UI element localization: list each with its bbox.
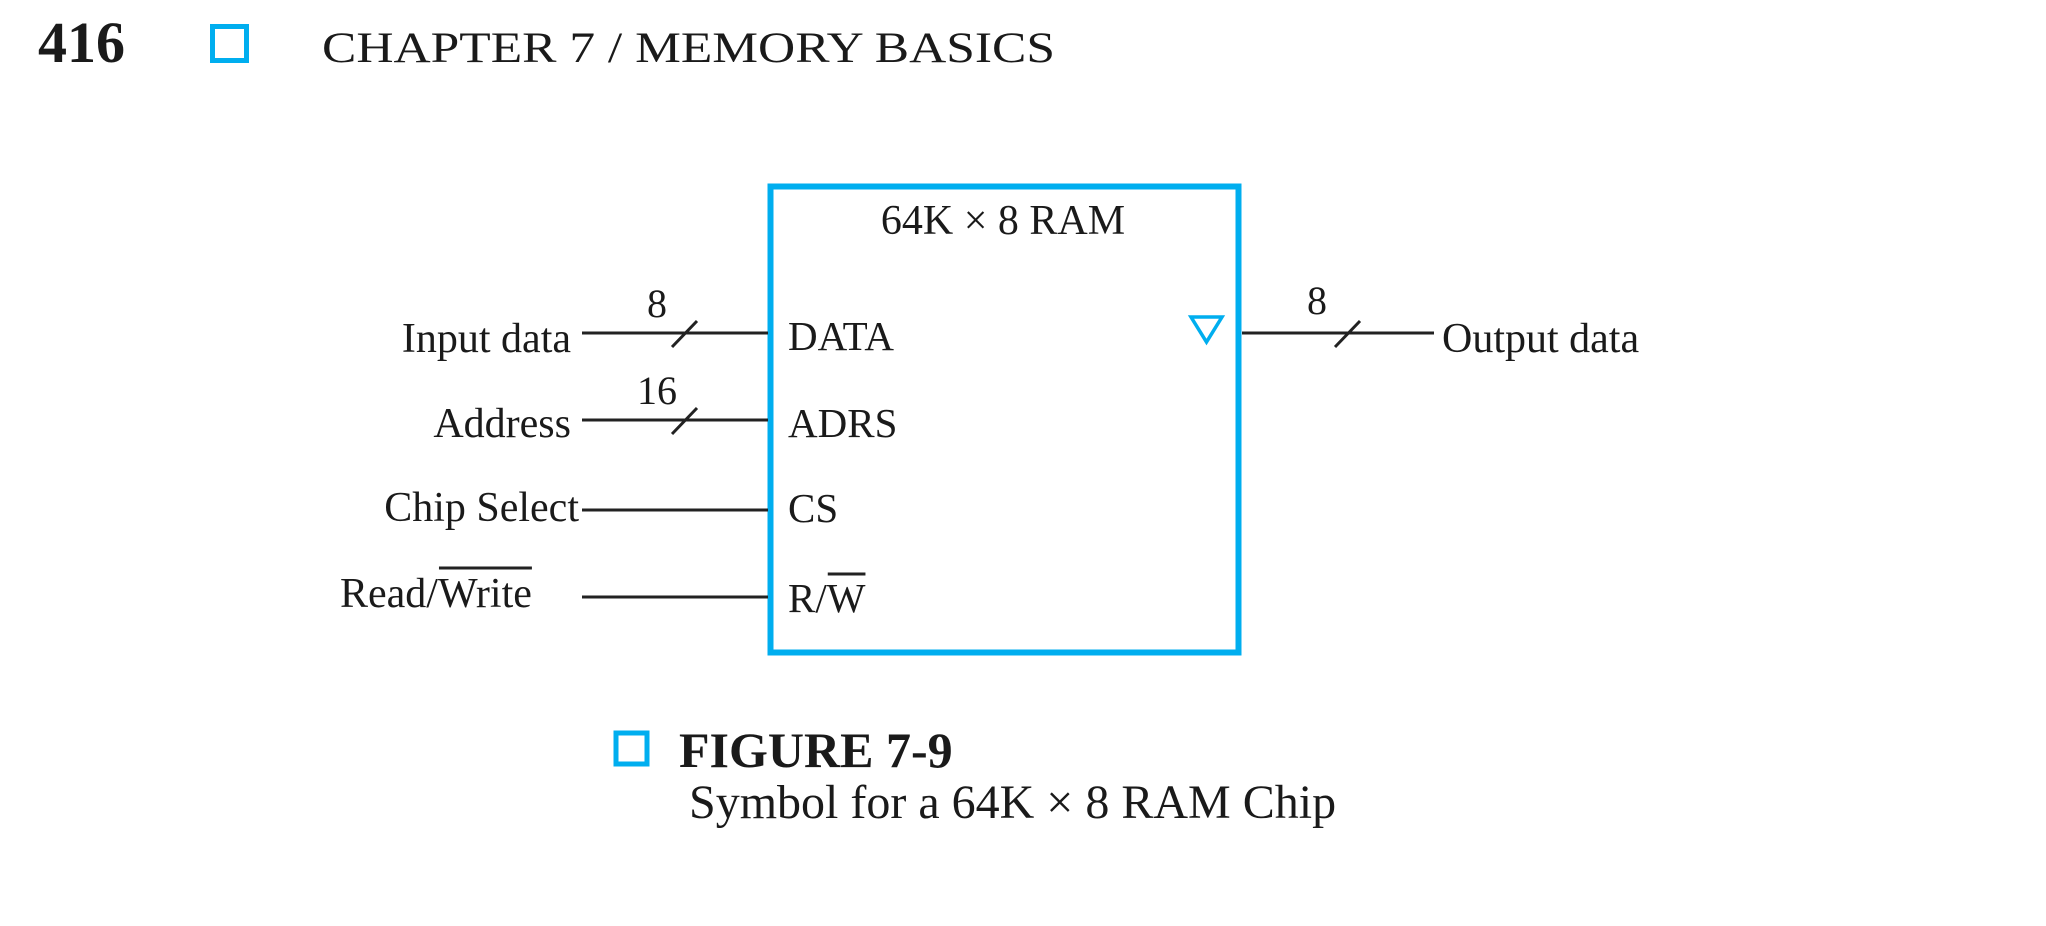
pin-label-data: DATA bbox=[788, 313, 894, 359]
figure-caption-text: Symbol for a 64K × 8 RAM Chip bbox=[689, 776, 1336, 829]
figure-caption: FIGURE 7-9 Symbol for a 64K × 8 RAM Chip bbox=[613, 722, 1336, 829]
three-state-triangle-icon bbox=[1187, 315, 1226, 346]
page-number: 416 bbox=[38, 10, 125, 75]
page-canvas: 416 CHAPTER 7 / MEMORY BASICS 64K × 8 RA… bbox=[38, 10, 1639, 829]
running-title: CHAPTER 7 / MEMORY BASICS bbox=[322, 25, 1055, 72]
bus-width-input-data: 8 bbox=[647, 281, 667, 326]
chip-title: 64K × 8 RAM bbox=[881, 198, 1125, 244]
signal-label-address: Address bbox=[433, 401, 571, 447]
pin-label-rw-w: W bbox=[827, 575, 866, 621]
signal-label-write: Write bbox=[438, 571, 532, 617]
pin-label-rw: R/W bbox=[788, 575, 866, 621]
textbook-page: 416 CHAPTER 7 / MEMORY BASICS 64K × 8 RA… bbox=[0, 0, 2046, 926]
signal-chip-select: Chip Select bbox=[384, 485, 768, 531]
pin-label-cs: CS bbox=[788, 485, 838, 531]
hollow-square-icon bbox=[210, 24, 249, 63]
hollow-square-icon bbox=[613, 730, 650, 767]
signal-label-output-data: Output data bbox=[1442, 316, 1639, 362]
signal-input-data: Input data 8 bbox=[402, 281, 768, 362]
signal-read-write: Read/Write bbox=[340, 566, 768, 617]
bus-width-output-data: 8 bbox=[1307, 278, 1327, 323]
signal-label-read-write: Read/Write bbox=[340, 571, 532, 617]
signal-label-input-data: Input data bbox=[402, 316, 571, 362]
bus-width-address: 16 bbox=[637, 368, 677, 413]
signal-label-read-prefix: Read/ bbox=[340, 571, 438, 617]
ram-chip-diagram: 64K × 8 RAM DATA ADRS CS R/W Input data … bbox=[340, 183, 1639, 656]
signal-output-data: 8 Output data bbox=[1242, 278, 1639, 362]
pin-label-rw-prefix: R/ bbox=[788, 575, 827, 621]
signal-label-chip-select: Chip Select bbox=[384, 485, 579, 531]
signal-address: Address 16 bbox=[433, 368, 768, 447]
running-header: 416 CHAPTER 7 / MEMORY BASICS bbox=[38, 10, 1055, 75]
figure-number: FIGURE 7-9 bbox=[679, 722, 953, 778]
pin-label-adrs: ADRS bbox=[788, 400, 897, 446]
